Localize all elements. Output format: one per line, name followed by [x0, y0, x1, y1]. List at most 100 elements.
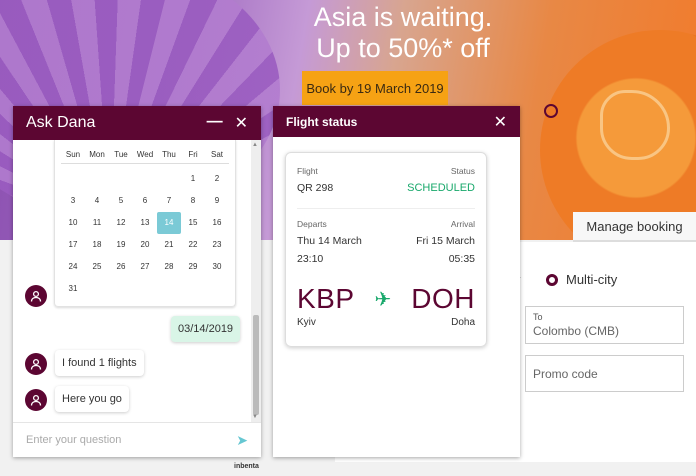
calendar-day[interactable]: 25: [85, 256, 109, 278]
date-picker-calendar: Sun Mon Tue Wed Thu Fri Sat 1 2 3 4 5 6 7 8 9 10 11 12 13 14…: [54, 140, 236, 307]
manage-booking-tab[interactable]: Manage booking: [573, 212, 696, 242]
arrival-label: Arrival: [450, 219, 475, 229]
chat-messages: Sun Mon Tue Wed Thu Fri Sat 1 2 3 4 5 6 7 8 9 10 11 12 13 14…: [13, 140, 251, 422]
weekday-header: Wed: [133, 146, 157, 164]
calendar-day[interactable]: 6: [133, 190, 157, 212]
headline-line-2: Up to 50%* off: [316, 33, 490, 63]
headline-line-1: Asia is waiting.: [313, 2, 493, 32]
bot-message-here: Here you go: [55, 386, 129, 412]
chat-input-bar: Enter your question ➤: [13, 422, 261, 457]
calendar-day[interactable]: 16: [205, 212, 229, 234]
calendar-day[interactable]: 9: [205, 190, 229, 212]
calendar-empty-cell: [85, 168, 109, 190]
calendar-day[interactable]: 8: [181, 190, 205, 212]
calendar-day[interactable]: 28: [157, 256, 181, 278]
calendar-day[interactable]: 13: [133, 212, 157, 234]
weekday-header: Thu: [157, 146, 181, 164]
calendar-day[interactable]: 19: [109, 234, 133, 256]
user-icon: [30, 290, 42, 302]
calendar-day[interactable]: 4: [85, 190, 109, 212]
circle-icon: [544, 104, 558, 118]
calendar-day[interactable]: 5: [109, 190, 133, 212]
divider: [297, 208, 475, 209]
calendar-day[interactable]: 20: [133, 234, 157, 256]
bot-avatar: [25, 389, 47, 411]
flight-status-header: Flight status ✕: [273, 106, 520, 137]
calendar-empty-cell: [157, 168, 181, 190]
weekday-header: Sun: [61, 146, 85, 164]
calendar-day[interactable]: 31: [61, 278, 85, 300]
origin-city: Kyiv: [297, 317, 316, 328]
calendar-day[interactable]: 30: [205, 256, 229, 278]
chat-header: Ask Dana — ✕: [13, 106, 261, 140]
departs-time: 23:10: [297, 253, 324, 265]
flight-number: QR 298: [297, 182, 334, 194]
question-input[interactable]: Enter your question: [26, 434, 121, 446]
bot-avatar: [25, 285, 47, 307]
close-icon[interactable]: ✕: [235, 113, 248, 133]
chat-widget: Ask Dana — ✕ Sun Mon Tue Wed Thu Fri Sat 1 2 3 4 5 6…: [13, 106, 261, 457]
user-message-date: 03/14/2019: [171, 316, 241, 342]
book-now-button[interactable]: Book by 19 March 2019: [302, 71, 448, 105]
calendar-day[interactable]: 18: [85, 234, 109, 256]
calendar-day[interactable]: 22: [181, 234, 205, 256]
destination-code: DOH: [411, 283, 475, 314]
destination-label: To: [533, 312, 543, 322]
calendar-empty-cell: [109, 168, 133, 190]
calendar-empty-cell: [133, 168, 157, 190]
departs-label: Departs: [297, 219, 327, 229]
calendar-day[interactable]: 24: [61, 256, 85, 278]
bot-message-found: I found 1 flights: [55, 350, 144, 376]
weekday-header: Fri: [181, 146, 205, 164]
calendar-day[interactable]: 27: [133, 256, 157, 278]
destination-field[interactable]: To Colombo (CMB): [525, 306, 684, 344]
multi-city-label: Multi-city: [566, 272, 618, 287]
brand-logo: inbenta: [234, 463, 259, 470]
weekday-header: Mon: [85, 146, 109, 164]
departs-date: Thu 14 March: [297, 235, 362, 247]
destination-city: Doha: [451, 317, 475, 328]
hero-headline: Asia is waiting. Up to 50%* off: [0, 2, 696, 64]
close-icon[interactable]: ✕: [494, 112, 507, 132]
status-badge: SCHEDULED: [407, 182, 475, 194]
calendar-day[interactable]: 26: [109, 256, 133, 278]
flight-label: Flight: [297, 166, 318, 176]
calendar-day[interactable]: 17: [61, 234, 85, 256]
calendar-day[interactable]: 23: [205, 234, 229, 256]
flight-status-title: Flight status: [286, 114, 358, 129]
scrollbar-thumb[interactable]: [253, 315, 259, 415]
status-label: Status: [450, 166, 475, 176]
weekday-header: Tue: [109, 146, 133, 164]
calendar-day[interactable]: 7: [157, 190, 181, 212]
calendar-grid: Sun Mon Tue Wed Thu Fri Sat 1 2 3 4 5 6 7 8 9 10 11 12 13 14…: [61, 146, 229, 300]
send-icon[interactable]: ➤: [236, 432, 248, 449]
calendar-day[interactable]: 2: [205, 168, 229, 190]
calendar-day[interactable]: 11: [85, 212, 109, 234]
destination-value: Colombo (CMB): [533, 324, 620, 338]
flight-card: Flight QR 298 Status SCHEDULED Departs T…: [285, 152, 487, 347]
calendar-day[interactable]: 21: [157, 234, 181, 256]
chat-title: Ask Dana: [26, 114, 96, 131]
calendar-day[interactable]: 12: [109, 212, 133, 234]
user-icon: [30, 394, 42, 406]
airplane-icon: ✈: [374, 288, 392, 311]
calendar-day[interactable]: 14: [157, 212, 181, 234]
calendar-day[interactable]: 15: [181, 212, 205, 234]
scroll-down-icon[interactable]: ▼: [252, 414, 258, 420]
calendar-day[interactable]: 10: [61, 212, 85, 234]
calendar-empty-cell: [61, 168, 85, 190]
calendar-day[interactable]: 29: [181, 256, 205, 278]
radio-icon[interactable]: [546, 273, 558, 286]
arrival-date: Fri 15 March: [416, 235, 475, 247]
promo-code-input[interactable]: Promo code: [525, 355, 684, 392]
chat-scrollbar[interactable]: ▲ ▼: [251, 140, 261, 422]
bot-avatar: [25, 353, 47, 375]
multi-city-option[interactable]: Multi-city: [546, 272, 617, 287]
arrival-time: 05:35: [448, 253, 475, 265]
calendar-day[interactable]: 3: [61, 190, 85, 212]
scroll-up-icon[interactable]: ▲: [252, 142, 258, 148]
user-icon: [30, 358, 42, 370]
minimize-icon[interactable]: —: [207, 113, 223, 133]
flight-status-panel: Flight status ✕ Flight QR 298 Status SCH…: [273, 106, 520, 457]
calendar-day[interactable]: 1: [181, 168, 205, 190]
